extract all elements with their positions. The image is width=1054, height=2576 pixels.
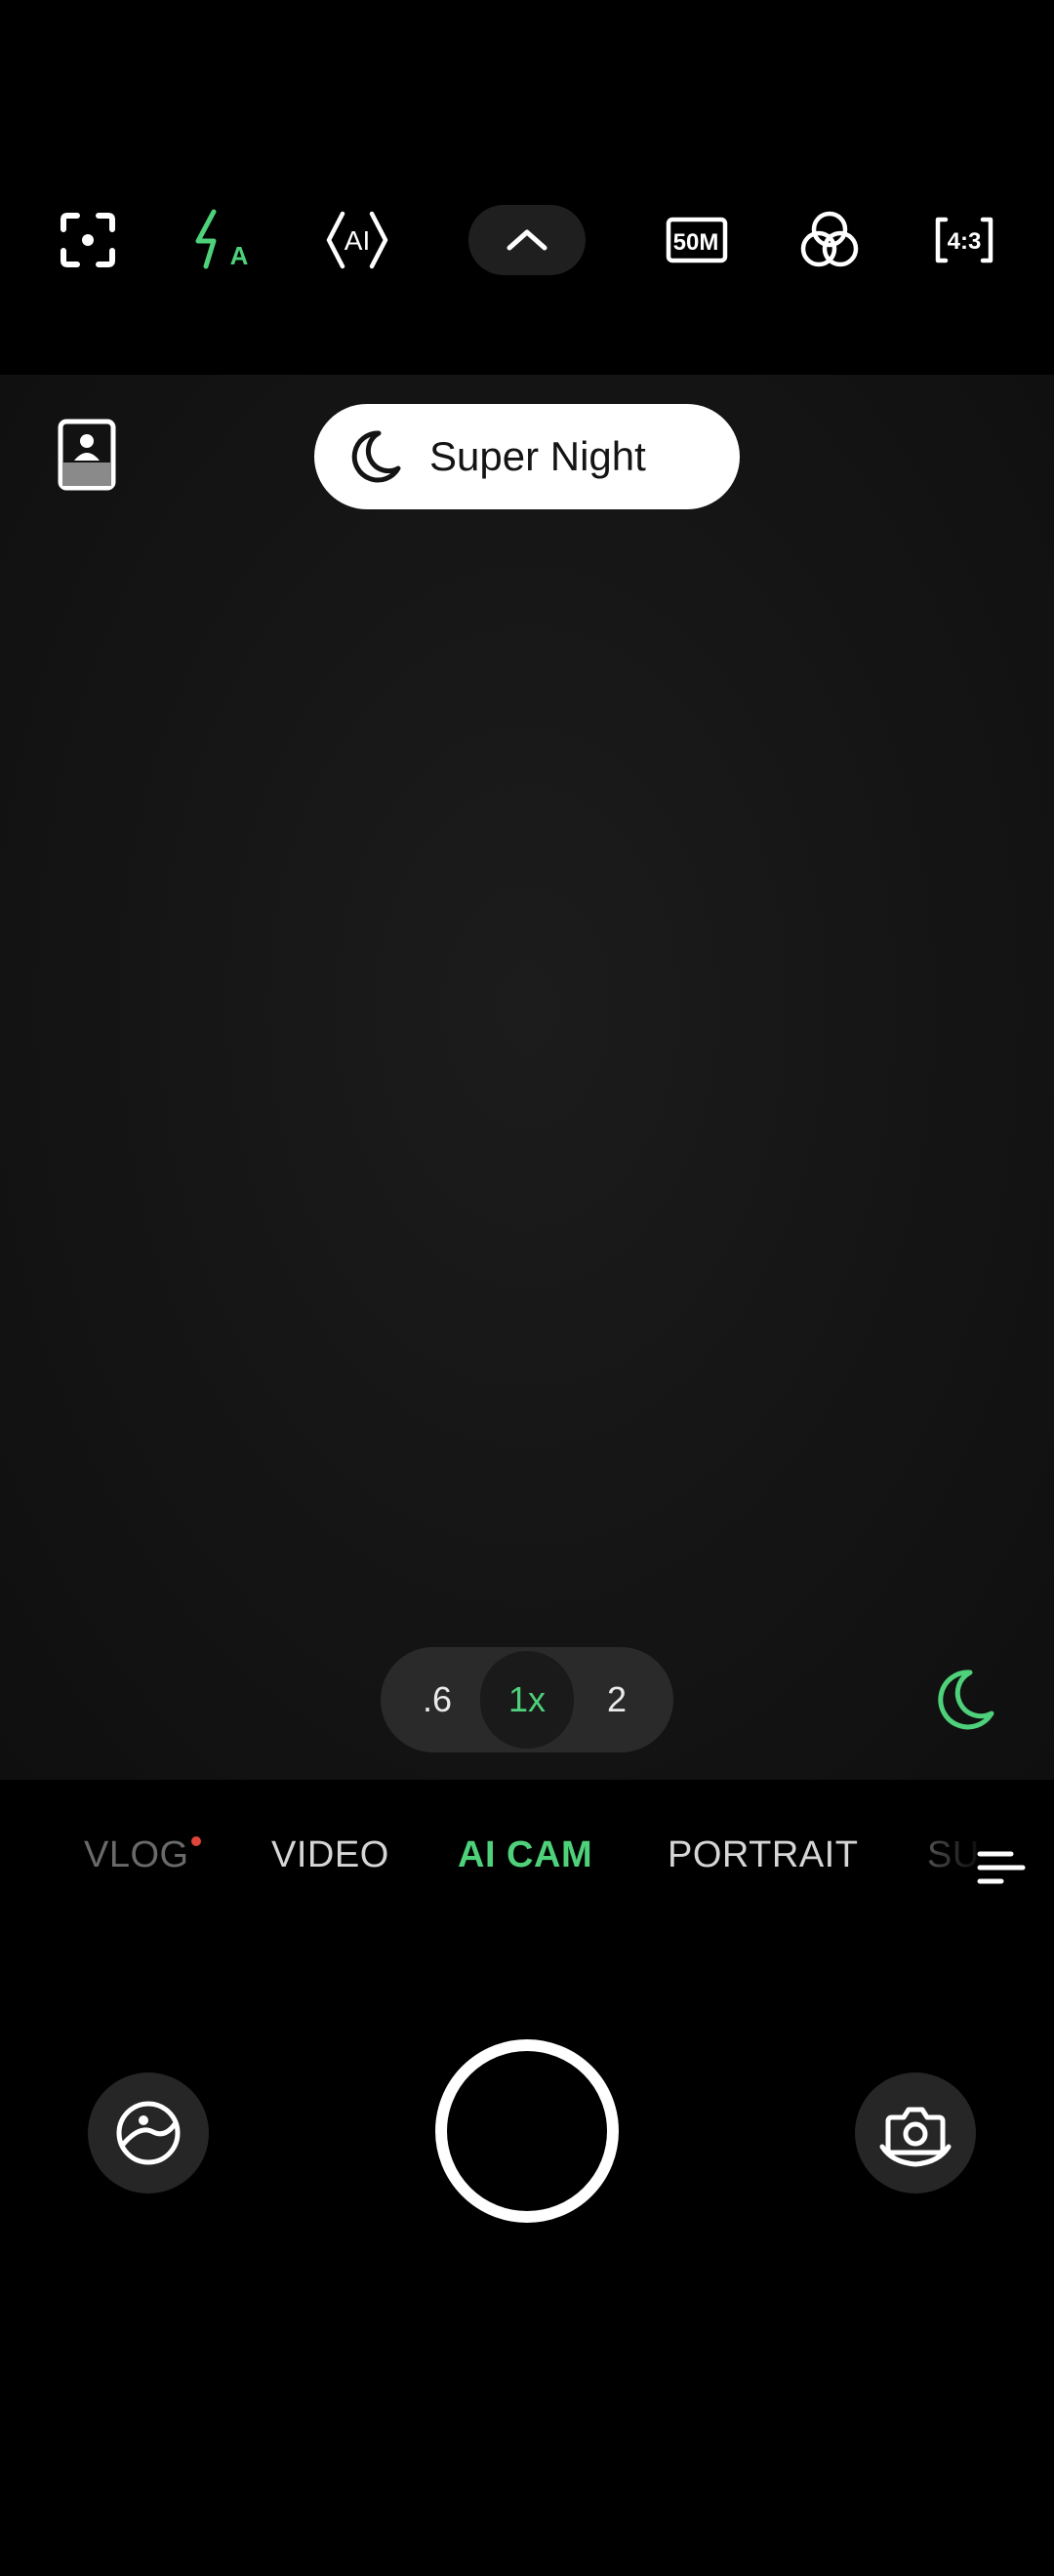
moon-icon	[351, 430, 401, 483]
collapse-toolbar-button[interactable]	[468, 205, 586, 275]
resolution-icon: 50M	[666, 217, 728, 263]
mode-tab-portrait[interactable]: PORTRAIT	[668, 1834, 858, 1876]
ai-scene-button[interactable]: AI	[316, 199, 398, 281]
moon-icon	[938, 1670, 994, 1730]
flash-mode-letter: A	[230, 241, 249, 270]
flash-auto-button[interactable]: A	[182, 199, 264, 281]
super-night-label: Super Night	[429, 433, 646, 479]
mode-selector: VLOG VIDEO AI CAM PORTRAIT SU	[0, 1780, 1054, 1946]
mode-tab-vlog[interactable]: VLOG	[84, 1834, 189, 1876]
aspect-ratio-button[interactable]: 4:3	[923, 199, 1005, 281]
resolution-label: 50M	[673, 229, 719, 256]
aspect-ratio-icon: 4:3	[935, 217, 993, 263]
zoom-option-0-6x[interactable]: .6	[390, 1661, 484, 1739]
focus-scan-button[interactable]	[47, 199, 129, 281]
aspect-ratio-label: 4:3	[948, 228, 982, 255]
zoom-selector: .6 1x 2	[381, 1647, 673, 1752]
portrait-badge[interactable]	[57, 418, 117, 492]
menu-lines-icon	[977, 1851, 1026, 1884]
super-night-chip[interactable]: Super Night	[314, 404, 740, 509]
zoom-option-2x[interactable]: 2	[570, 1661, 664, 1739]
zoom-option-1x[interactable]: 1x	[480, 1651, 574, 1749]
mode-tab-ai-cam[interactable]: AI CAM	[458, 1834, 592, 1876]
flash-auto-icon: A	[195, 209, 249, 270]
viewfinder[interactable]: Super Night .6 1x 2	[0, 375, 1054, 1780]
resolution-button[interactable]: 50M	[656, 199, 738, 281]
flip-camera-button[interactable]	[855, 2073, 976, 2194]
camera-toolbar: A AI 50M 4:3	[0, 0, 1054, 375]
filters-icon	[800, 211, 859, 267]
new-indicator-dot	[191, 1836, 201, 1846]
filters-button[interactable]	[789, 199, 871, 281]
ai-scene-icon: AI	[326, 211, 388, 269]
shutter-button[interactable]	[435, 2039, 619, 2223]
more-modes-button[interactable]	[972, 1842, 1031, 1901]
flip-camera-icon	[879, 2107, 952, 2167]
night-mode-toggle[interactable]	[929, 1665, 999, 1735]
collapse-chevron-icon	[507, 229, 547, 251]
gallery-button[interactable]	[88, 2073, 209, 2194]
gallery-icon	[116, 2101, 181, 2165]
mode-tab-video[interactable]: VIDEO	[271, 1834, 389, 1876]
focus-scan-icon	[61, 213, 115, 267]
ai-scene-label: AI	[345, 225, 370, 256]
portrait-badge-icon	[58, 419, 116, 491]
